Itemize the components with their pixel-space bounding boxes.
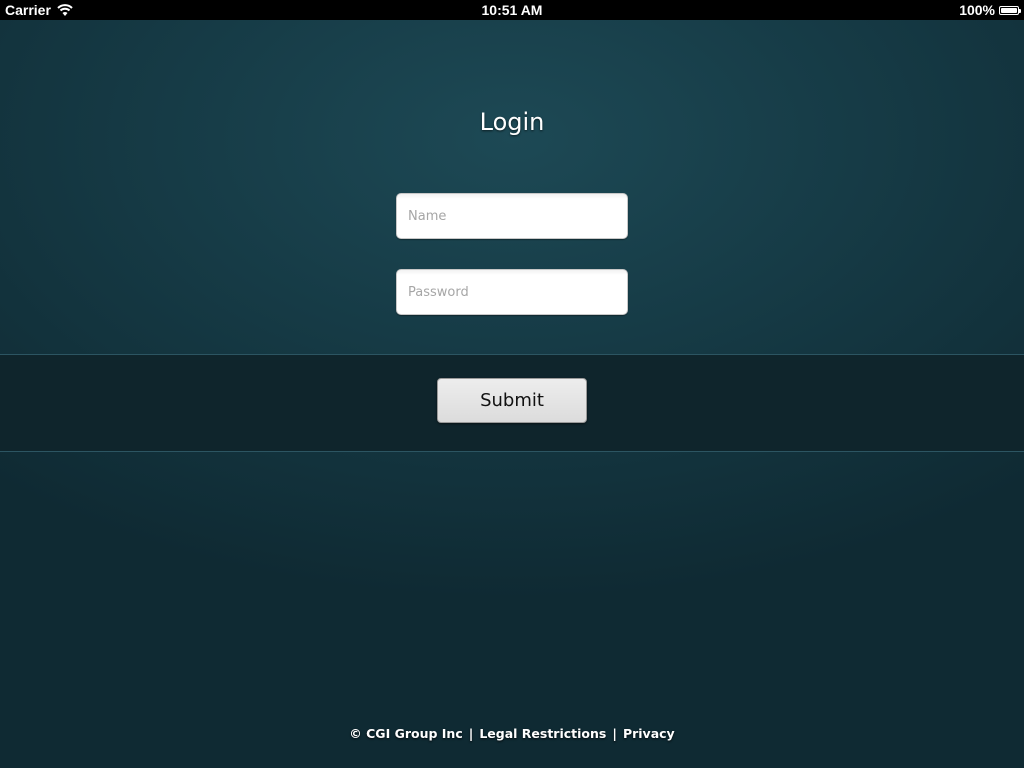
status-bar: Carrier 10:51 AM 100% — [0, 0, 1024, 20]
footer: © CGI Group Inc | Legal Restrictions | Priva… — [0, 726, 1024, 741]
status-time: 10:51 AM — [481, 2, 543, 18]
battery-fill — [1001, 7, 1017, 13]
password-field[interactable] — [396, 269, 628, 315]
name-field[interactable] — [396, 193, 628, 239]
copyright-text: © CGI Group Inc — [349, 726, 463, 741]
footer-separator: | — [468, 726, 474, 741]
footer-separator: | — [612, 726, 617, 741]
legal-restrictions-link[interactable]: Legal Restrictions — [479, 726, 606, 741]
privacy-link[interactable]: Privacy — [623, 726, 675, 741]
status-right: 100% — [959, 2, 1021, 18]
page-title: Login — [479, 108, 545, 136]
submit-button[interactable]: Submit — [437, 378, 587, 423]
login-screen: Carrier 10:51 AM 100% Login Submit © CGI… — [0, 0, 1024, 768]
battery-percent: 100% — [959, 2, 995, 18]
battery-icon — [999, 5, 1021, 15]
